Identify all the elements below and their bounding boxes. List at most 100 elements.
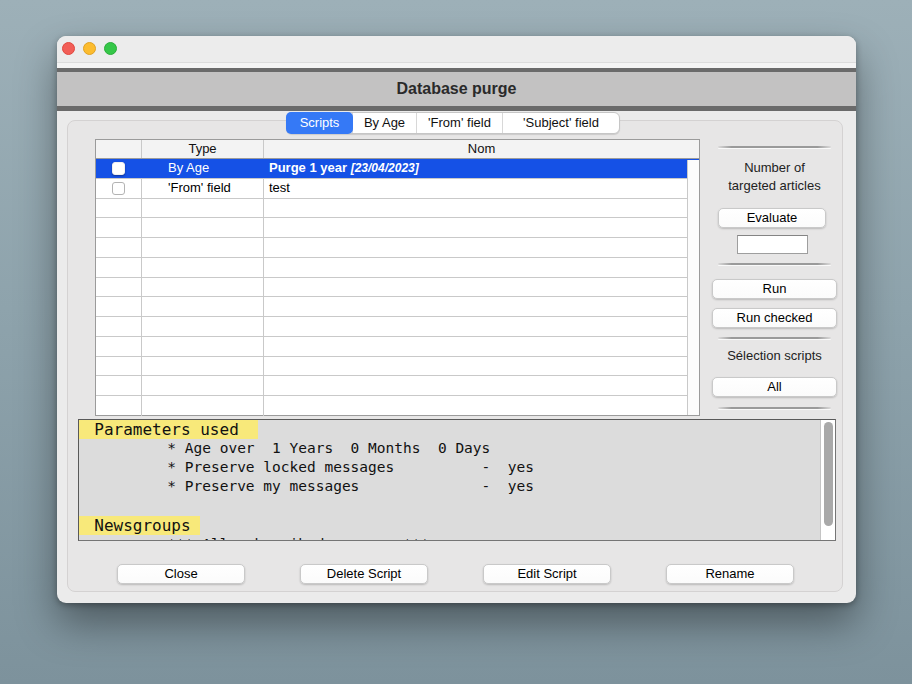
table-scrollbar[interactable] [687, 160, 699, 415]
table-row-empty[interactable] [96, 357, 699, 377]
row-checkbox-cell [96, 337, 142, 356]
row-name-cell [264, 317, 699, 336]
details-line: * Age over 1 Years 0 Months 0 Days [80, 439, 835, 458]
run-checked-button[interactable]: Run checked [712, 308, 837, 328]
row-type-cell [142, 396, 264, 416]
all-button[interactable]: All [712, 377, 837, 397]
tab-subject-field[interactable]: 'Subject' field [502, 113, 619, 133]
row-checkbox-cell [96, 357, 142, 376]
row-checkbox-cell [96, 278, 142, 297]
separator [718, 146, 831, 148]
column-header-nom: Nom [264, 140, 699, 158]
row-checkbox-cell [96, 199, 142, 218]
row-name-cell [264, 376, 699, 395]
table-row[interactable]: By Age Purge 1 year [23/04/2023] [96, 159, 699, 179]
table-row-empty[interactable] [96, 238, 699, 258]
delete-script-button[interactable]: Delete Script [300, 564, 428, 584]
tab-bar: Scripts By Age 'From' field 'Subject' fi… [286, 112, 620, 134]
minimize-window-icon[interactable] [83, 42, 96, 55]
table-row-empty[interactable] [96, 258, 699, 278]
row-name-cell [264, 337, 699, 356]
table-row-empty[interactable] [96, 376, 699, 396]
row-type-cell [142, 278, 264, 297]
row-checkbox[interactable] [112, 182, 125, 195]
table-row-empty[interactable] [96, 199, 699, 219]
desktop: { "window": { "title": "Database purge" … [0, 0, 912, 684]
details-line: *** All subscribed groups *** [80, 535, 835, 541]
database-purge-window: Database purge Scripts By Age 'From' fie… [57, 36, 856, 603]
row-name-cell: Purge 1 year [23/04/2023] [264, 159, 699, 178]
page-title: Database purge [57, 72, 856, 106]
details-line [80, 497, 835, 516]
details-heading: Newsgroups [78, 516, 200, 535]
row-name-cell [264, 258, 699, 277]
table-header: Type Nom [96, 140, 699, 159]
close-button[interactable]: Close [117, 564, 245, 584]
row-name-cell [264, 199, 699, 218]
row-type-cell [142, 297, 264, 316]
table-row-empty[interactable] [96, 278, 699, 298]
targeted-articles-label: Number of targeted articles [697, 159, 852, 195]
row-type-cell [142, 376, 264, 395]
rename-button[interactable]: Rename [666, 564, 794, 584]
row-name-cell [264, 238, 699, 257]
row-checkbox-cell [96, 238, 142, 257]
scripts-table: Type Nom By Age Purge 1 year [23/04/2023… [95, 139, 700, 416]
separator [718, 407, 831, 409]
row-checkbox-cell [96, 376, 142, 395]
table-row-empty[interactable] [96, 218, 699, 238]
column-header-type: Type [142, 140, 264, 158]
row-type-cell [142, 199, 264, 218]
row-type-cell [142, 258, 264, 277]
details-scrollbar-thumb[interactable] [824, 422, 833, 526]
row-checkbox[interactable] [112, 162, 125, 175]
tab-by-age[interactable]: By Age [352, 113, 416, 133]
separator [718, 337, 831, 339]
row-checkbox-cell [96, 317, 142, 336]
table-row-empty[interactable] [96, 297, 699, 317]
script-details-panel: Parameters used * Age over 1 Years 0 Mon… [78, 419, 836, 541]
header-divider-bottom [57, 106, 856, 111]
row-type-cell: By Age [142, 159, 264, 178]
run-button[interactable]: Run [712, 279, 837, 299]
row-type-cell [142, 238, 264, 257]
selection-scripts-label: Sélection scripts [697, 347, 852, 365]
details-line: * Preserve locked messages - yes [80, 458, 835, 477]
row-checkbox-cell [96, 218, 142, 237]
row-checkbox-cell [96, 159, 142, 178]
column-header-checkbox [96, 140, 142, 158]
edit-script-button[interactable]: Edit Script [483, 564, 611, 584]
evaluate-button[interactable]: Evaluate [718, 208, 826, 228]
row-checkbox-cell [96, 258, 142, 277]
row-type-cell [142, 218, 264, 237]
targeted-count-field[interactable] [737, 235, 808, 254]
row-checkbox-cell [96, 179, 142, 198]
table-row-empty[interactable] [96, 396, 699, 416]
details-heading: Parameters used [78, 420, 258, 439]
titlebar [57, 36, 856, 63]
row-name-cell [264, 357, 699, 376]
tab-scripts[interactable]: Scripts [286, 112, 353, 134]
table-row-empty[interactable] [96, 317, 699, 337]
row-type-cell: 'From' field [142, 179, 264, 198]
row-name-cell: test [264, 179, 699, 198]
details-line: Parameters used [78, 420, 835, 439]
details-scrollbar[interactable] [820, 420, 835, 540]
close-window-icon[interactable] [62, 42, 75, 55]
row-type-cell [142, 357, 264, 376]
details-line: Newsgroups [78, 516, 835, 535]
tab-from-field[interactable]: 'From' field [416, 113, 502, 133]
row-checkbox-cell [96, 297, 142, 316]
row-checkbox-cell [96, 396, 142, 416]
table-row-empty[interactable] [96, 337, 699, 357]
row-name-cell [264, 278, 699, 297]
table-row[interactable]: 'From' field test [96, 179, 699, 199]
zoom-window-icon[interactable] [104, 42, 117, 55]
row-name-cell [264, 218, 699, 237]
separator [718, 263, 831, 265]
row-type-cell [142, 317, 264, 336]
row-name-cell [264, 297, 699, 316]
row-type-cell [142, 337, 264, 356]
row-name-cell [264, 396, 699, 416]
details-line: * Preserve my messages - yes [80, 477, 835, 496]
